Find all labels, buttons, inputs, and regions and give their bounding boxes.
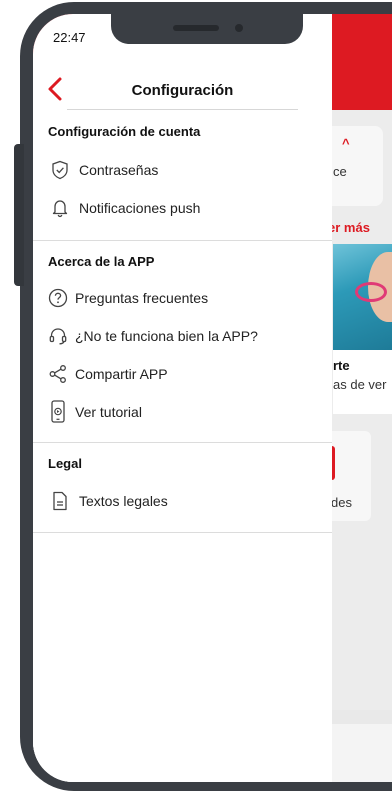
menu-item-faq[interactable]: Preguntas frecuentes bbox=[47, 285, 317, 311]
background-card bbox=[323, 126, 383, 206]
status-time: 22:47 bbox=[53, 30, 86, 45]
section-title-about: Acerca de la APP bbox=[48, 254, 155, 269]
bell-icon bbox=[49, 197, 71, 219]
photo-goggles bbox=[355, 282, 387, 302]
background-text-fragment: ce bbox=[333, 164, 347, 179]
background-card-subtitle: as de ver bbox=[333, 377, 387, 392]
see-more-link[interactable]: er más bbox=[328, 220, 370, 235]
shield-check-icon bbox=[49, 159, 71, 181]
menu-item-label: Preguntas frecuentes bbox=[75, 290, 209, 306]
speaker bbox=[173, 25, 219, 31]
page-title: Configuración bbox=[131, 82, 234, 99]
menu-item-label: Ver tutorial bbox=[75, 404, 142, 420]
document-icon bbox=[49, 490, 71, 512]
menu-item-app-issues[interactable]: ¿No te funciona bien la APP? bbox=[47, 323, 317, 349]
background-text-fragment-2: des bbox=[331, 495, 352, 510]
menu-item-label: ¿No te funciona bien la APP? bbox=[75, 328, 258, 344]
side-button bbox=[14, 144, 24, 286]
menu-item-legal-texts[interactable]: Textos legales bbox=[49, 488, 319, 514]
background-card-title: rte bbox=[333, 358, 350, 373]
menu-item-label: Compartir APP bbox=[75, 366, 168, 382]
menu-item-share-app[interactable]: Compartir APP bbox=[47, 361, 317, 387]
phone-play-icon bbox=[47, 400, 69, 423]
caret-up-icon: ^ bbox=[342, 136, 350, 151]
section-divider bbox=[33, 240, 332, 241]
section-divider bbox=[33, 442, 332, 443]
notch bbox=[111, 14, 303, 44]
section-title-legal: Legal bbox=[48, 456, 82, 471]
menu-item-label: Textos legales bbox=[79, 493, 168, 509]
menu-item-tutorial[interactable]: Ver tutorial bbox=[47, 399, 317, 425]
headset-icon bbox=[47, 325, 69, 347]
question-icon bbox=[47, 287, 69, 309]
share-icon bbox=[47, 363, 69, 385]
settings-drawer: 22:47 Configuración Configuración de cue… bbox=[33, 14, 332, 782]
menu-item-passwords[interactable]: Contraseñas bbox=[49, 157, 319, 183]
camera bbox=[235, 24, 243, 32]
screen: ^ ce er más rte as de ver des 22:47 Conf… bbox=[33, 14, 392, 782]
title-divider bbox=[67, 109, 298, 110]
section-divider bbox=[33, 532, 332, 533]
menu-item-push-notifications[interactable]: Notificaciones push bbox=[49, 195, 319, 221]
menu-item-label: Notificaciones push bbox=[79, 200, 201, 216]
menu-item-label: Contraseñas bbox=[79, 162, 159, 178]
section-title-account: Configuración de cuenta bbox=[48, 124, 201, 139]
